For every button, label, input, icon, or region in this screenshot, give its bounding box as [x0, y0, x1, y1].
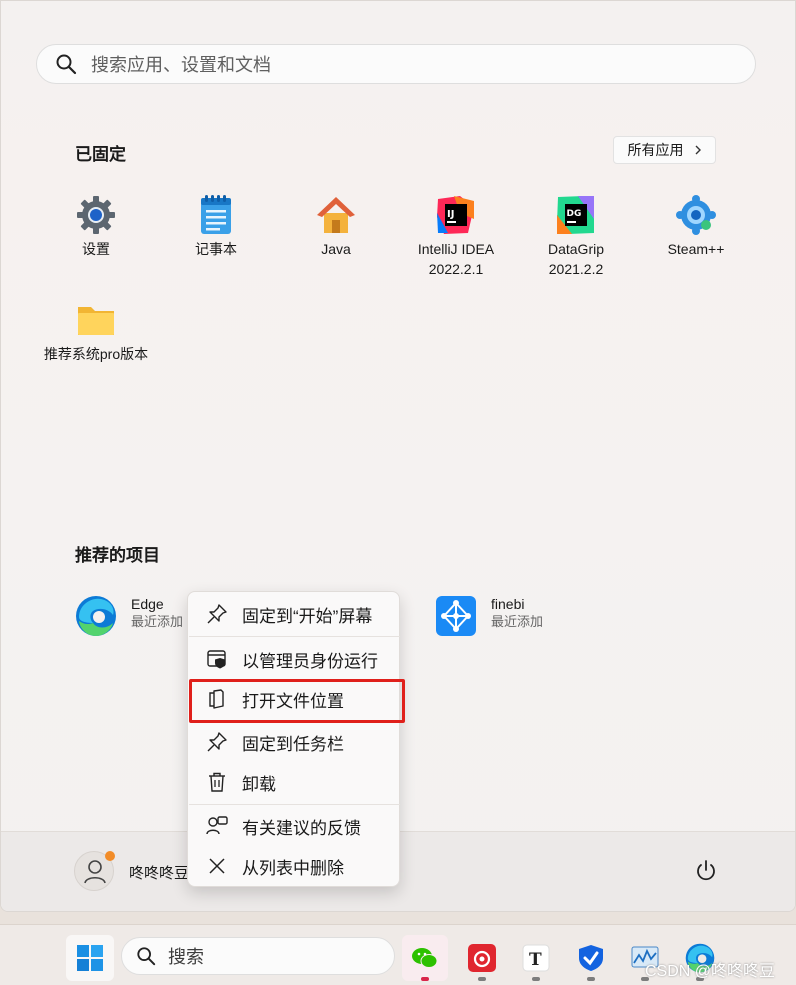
search-icon [56, 54, 77, 75]
settings-gear-icon [77, 196, 115, 234]
all-apps-label: 所有应用 [627, 142, 684, 158]
app-label: 推荐系统pro版本 [43, 346, 149, 362]
windows-logo-icon [77, 945, 103, 971]
pinned-app-steampp[interactable]: Steam++ [636, 193, 756, 259]
close-icon [209, 858, 225, 874]
menu-item-run-as-admin[interactable]: 以管理员身份运行 [188, 641, 399, 677]
menu-item-label: 固定到任务栏 [242, 734, 344, 754]
app-label: DataGrip 2021.2.2 [547, 241, 605, 277]
java-house-icon [317, 197, 355, 233]
pinned-app-folder[interactable]: 推荐系统pro版本 [36, 298, 156, 364]
start-button[interactable] [66, 935, 114, 981]
power-icon[interactable] [694, 859, 718, 883]
recommended-sub: 最近添加 [131, 614, 184, 629]
notification-dot [105, 851, 115, 861]
recommended-title: 推荐的项目 [75, 546, 160, 565]
folder-icon [78, 307, 114, 335]
recommended-item-edge[interactable]: Edge 最近添加 [75, 595, 183, 637]
pinned-app-datagrip[interactable]: DG DataGrip 2021.2.2 [516, 193, 636, 279]
pin-icon [207, 604, 227, 624]
taskbar-app-wechat[interactable] [402, 935, 448, 981]
menu-separator [189, 636, 400, 637]
menu-item-uninstall[interactable]: 卸载 [188, 764, 399, 800]
recommended-name: Edge [131, 596, 164, 612]
chevron-right-icon [695, 145, 701, 155]
recommended-name: finebi [491, 596, 525, 612]
typora-icon: T [522, 944, 550, 972]
taskbar-search[interactable]: 搜索 [121, 937, 395, 975]
running-indicator [421, 977, 429, 981]
pinned-app-settings[interactable]: 设置 [36, 193, 156, 259]
menu-item-label: 从列表中删除 [242, 858, 344, 878]
menu-item-remove-from-list[interactable]: 从列表中删除 [188, 848, 399, 884]
menu-item-label: 以管理员身份运行 [242, 651, 378, 671]
menu-item-feedback[interactable]: 有关建议的反馈 [188, 808, 399, 844]
notepad-icon [201, 195, 231, 234]
app-label: 记事本 [195, 241, 237, 257]
taskbar-search-label: 搜索 [168, 947, 204, 967]
taskbar-app-netease-music[interactable] [459, 935, 505, 981]
svg-text:DG: DG [567, 209, 582, 219]
running-indicator [587, 977, 595, 981]
steampp-icon [676, 195, 716, 235]
menu-item-pin-to-start[interactable]: 固定到“开始”屏幕 [188, 596, 399, 632]
pinned-app-intellij[interactable]: IJ IntelliJ IDEA 2022.2.1 [396, 193, 516, 279]
app-label: IntelliJ IDEA 2022.2.1 [417, 241, 495, 277]
recommended-item-finebi[interactable]: finebi 最近添加 [435, 595, 543, 637]
security-shield-icon [579, 945, 603, 971]
edge-icon [76, 596, 116, 636]
user-name[interactable]: 咚咚咚豆 [129, 862, 189, 883]
wechat-icon [412, 948, 438, 968]
app-label: Java [321, 241, 351, 257]
annotation-highlight-box [189, 679, 405, 723]
menu-item-label: 卸载 [242, 774, 276, 794]
datagrip-icon: DG [557, 196, 594, 234]
menu-item-label: 固定到“开始”屏幕 [242, 606, 373, 626]
svg-text:IJ: IJ [447, 209, 454, 220]
context-menu: 固定到“开始”屏幕 以管理员身份运行 打开文件位置 固定到任务栏 卸载 有关建议… [187, 591, 400, 887]
run-as-admin-icon [207, 650, 226, 669]
start-menu: 搜索应用、设置和文档 已固定 所有应用 设置 记事本 Java IJ Intel… [0, 0, 796, 912]
all-apps-button[interactable]: 所有应用 [613, 136, 716, 164]
feedback-icon [206, 816, 228, 835]
trash-icon [209, 772, 225, 792]
watermark: CSDN @咚咚咚豆 [645, 963, 776, 980]
running-indicator [478, 977, 486, 981]
start-search-box[interactable]: 搜索应用、设置和文档 [36, 44, 756, 84]
menu-item-label: 有关建议的反馈 [242, 818, 361, 838]
pinned-app-java[interactable]: Java [276, 193, 396, 259]
search-placeholder: 搜索应用、设置和文档 [91, 55, 271, 75]
svg-text:T: T [529, 950, 542, 970]
user-avatar[interactable] [74, 851, 115, 891]
finebi-icon [436, 596, 476, 636]
pin-icon [207, 732, 227, 752]
app-label: Steam++ [667, 241, 725, 257]
taskbar-app-security[interactable] [568, 935, 614, 981]
menu-separator [189, 804, 400, 805]
netease-music-icon [468, 944, 496, 972]
running-indicator [532, 977, 540, 981]
pinned-title: 已固定 [75, 145, 126, 164]
taskbar-app-typora[interactable]: T [513, 935, 559, 981]
menu-item-pin-to-taskbar[interactable]: 固定到任务栏 [188, 724, 399, 760]
pinned-app-notepad[interactable]: 记事本 [156, 193, 276, 259]
app-label: 设置 [82, 241, 110, 257]
search-icon [137, 947, 156, 966]
intellij-idea-icon: IJ [437, 196, 474, 234]
recommended-sub: 最近添加 [491, 614, 544, 629]
